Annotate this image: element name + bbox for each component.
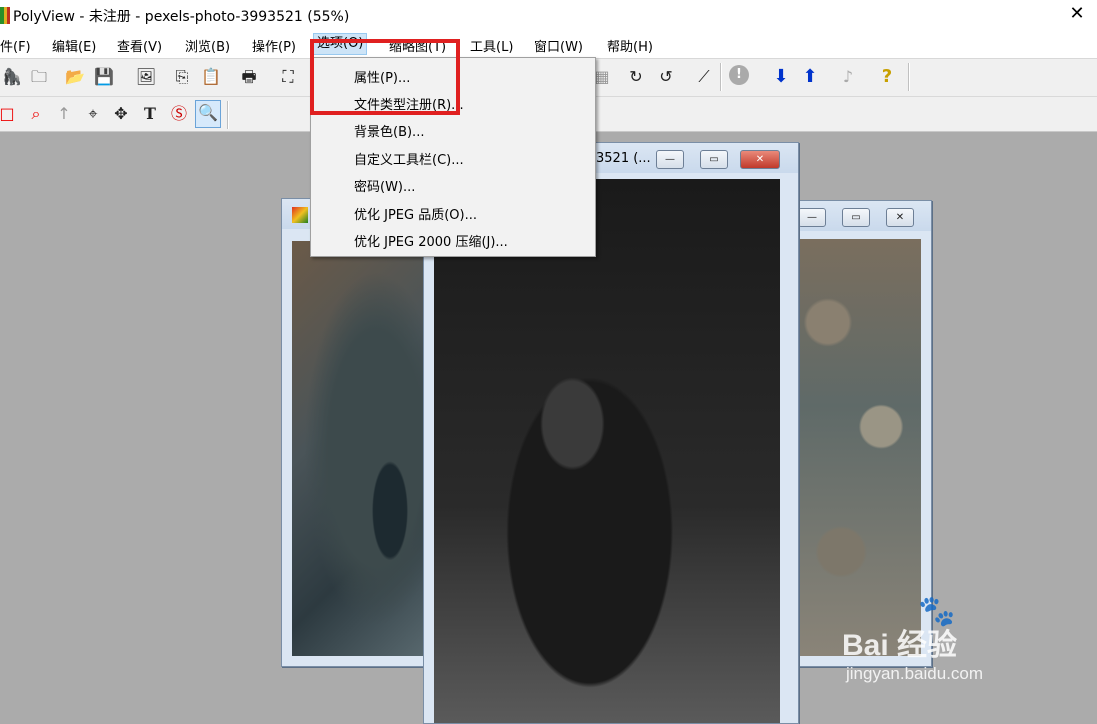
arrow-up-icon[interactable]: ⬆ [798, 65, 822, 89]
print-icon[interactable]: 🖶 [237, 65, 261, 89]
curve-icon[interactable]: ⟋ [692, 65, 716, 89]
menu-browse[interactable]: 浏览(B) [185, 36, 230, 55]
toolbar-separator [720, 63, 722, 91]
warning-icon[interactable]: ! [729, 65, 749, 85]
gorilla-photo [292, 241, 432, 656]
maximize-button[interactable]: ▭ [842, 208, 870, 227]
window-close-button[interactable]: ✕ [1063, 2, 1091, 26]
window-title: PolyView - 未注册 - pexels-photo-3993521 (5… [13, 9, 350, 25]
move-icon[interactable]: ✥ [109, 102, 133, 126]
bokeh-photo [788, 239, 921, 656]
close-button[interactable]: ✕ [886, 208, 914, 227]
menu-operations[interactable]: 操作(P) [252, 36, 296, 55]
image-icon[interactable]: 🖼 [134, 65, 158, 89]
arrow-icon[interactable]: ↑ [52, 102, 76, 126]
app-icon [0, 7, 10, 24]
child-window-title: 3521 (... [596, 151, 651, 166]
zoom-icon[interactable]: 🔍 [195, 100, 221, 128]
acquire-icon[interactable]: 🦍 [0, 65, 24, 89]
menu-bar: 件(F) 编辑(E) 查看(V) 浏览(B) 操作(P) 选项(O) 缩略图(T… [0, 31, 1097, 59]
lasso-icon[interactable]: ⌕ [24, 102, 48, 126]
minimize-button[interactable]: — [656, 150, 684, 169]
fit-window-icon[interactable]: ⛶ [276, 65, 300, 89]
paste-icon[interactable]: 📋 [199, 65, 223, 89]
window-titlebar: PolyView - 未注册 - pexels-photo-3993521 (5… [0, 0, 1097, 31]
maximize-button[interactable]: ▭ [700, 150, 728, 169]
menu-item-background-color[interactable]: 背景色(B)... [354, 121, 424, 140]
child-window-right[interactable]: — ▭ ✕ [787, 200, 932, 667]
photo-icon [292, 207, 308, 223]
menu-tools[interactable]: 工具(L) [470, 36, 513, 55]
annotation-highlight-box [310, 39, 460, 115]
open-folder-icon[interactable]: 📂 [63, 65, 87, 89]
rotate-right-icon[interactable]: ↻ [624, 65, 648, 89]
minimize-button[interactable]: — [798, 208, 826, 227]
toolbar-separator [227, 101, 229, 129]
menu-help[interactable]: 帮助(H) [607, 36, 653, 55]
menu-item-optimize-jpeg2000[interactable]: 优化 JPEG 2000 压缩(J)... [354, 231, 508, 250]
baidu-watermark-logo: Bai 经验 [842, 629, 958, 662]
menu-window[interactable]: 窗口(W) [534, 36, 583, 55]
toolbar-separator [908, 63, 910, 91]
rect-select-icon[interactable]: □ [0, 102, 19, 126]
rotate-left-icon[interactable]: ↺ [654, 65, 678, 89]
copy-icon[interactable]: ⎘ [170, 65, 194, 89]
crop-icon[interactable]: ⌖ [81, 102, 105, 126]
arrow-down-icon[interactable]: ⬇ [769, 65, 793, 89]
baidu-watermark-url: jingyan.baidu.com [846, 664, 984, 683]
portrait-photo [434, 179, 780, 723]
help-icon[interactable]: ? [875, 65, 899, 89]
menu-item-customize-toolbar[interactable]: 自定义工具栏(C)... [354, 149, 464, 168]
child-window-left[interactable] [281, 198, 433, 667]
redeye-icon[interactable]: Ⓢ [167, 102, 191, 126]
new-icon[interactable]: 🗀 [27, 65, 51, 89]
menu-view[interactable]: 查看(V) [117, 36, 162, 55]
text-icon[interactable]: T [138, 102, 162, 126]
music-icon[interactable]: ♪ [836, 65, 860, 89]
menu-file[interactable]: 件(F) [0, 36, 31, 55]
close-button[interactable]: ✕ [740, 150, 780, 169]
save-icon[interactable]: 💾 [92, 65, 116, 89]
menu-item-optimize-jpeg[interactable]: 优化 JPEG 品质(O)... [354, 204, 477, 223]
menu-item-password[interactable]: 密码(W)... [354, 176, 415, 195]
child-window-caption[interactable]: — ▭ ✕ [788, 201, 931, 231]
menu-edit[interactable]: 编辑(E) [52, 36, 96, 55]
